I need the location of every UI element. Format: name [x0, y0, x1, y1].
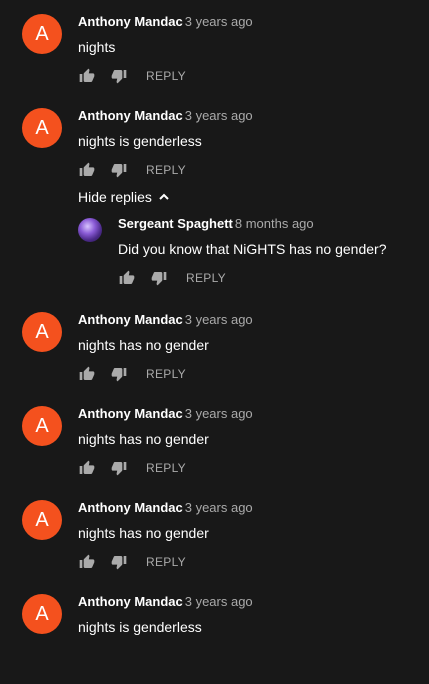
- comment-actions: REPLY: [78, 66, 253, 86]
- thumbs-up-icon[interactable]: [78, 67, 96, 85]
- comment-header: Anthony Mandac 3 years ago: [78, 594, 253, 610]
- comment-actions: REPLY: [78, 552, 253, 572]
- author-name[interactable]: Anthony Mandac: [78, 312, 183, 327]
- comment: A Anthony Mandac 3 years ago nights has n…: [22, 500, 422, 590]
- thumbs-up-icon[interactable]: [118, 269, 136, 287]
- author-name[interactable]: Anthony Mandac: [78, 594, 183, 609]
- comment: A Anthony Mandac 3 years ago nights REPLY: [22, 14, 422, 104]
- comment-body: Anthony Mandac 3 years ago nights REPLY: [78, 14, 253, 86]
- thumbs-down-icon[interactable]: [110, 459, 128, 477]
- avatar[interactable]: [78, 218, 102, 242]
- comment: A Anthony Mandac 3 years ago nights is ge…: [22, 108, 422, 198]
- comment: A Anthony Mandac 3 years ago nights is ge…: [22, 594, 422, 684]
- reply-button[interactable]: REPLY: [146, 163, 186, 177]
- thumbs-down-icon[interactable]: [110, 365, 128, 383]
- author-name[interactable]: Anthony Mandac: [78, 108, 183, 123]
- comment-body: Anthony Mandac 3 years ago nights is gend…: [78, 594, 253, 636]
- thumbs-down-icon[interactable]: [150, 269, 168, 287]
- author-name[interactable]: Anthony Mandac: [78, 500, 183, 515]
- timestamp[interactable]: 3 years ago: [185, 594, 253, 609]
- comment-text: nights has no gender: [78, 431, 209, 447]
- comment-header: Anthony Mandac 3 years ago: [78, 108, 253, 124]
- reply-comment: Sergeant Spaghett 8 months ago Did you kn…: [78, 216, 418, 306]
- comment: A Anthony Mandac 3 years ago nights has n…: [22, 406, 422, 496]
- timestamp[interactable]: 3 years ago: [185, 108, 253, 123]
- thumbs-up-icon[interactable]: [78, 553, 96, 571]
- comment-text: nights is genderless: [78, 619, 202, 635]
- avatar[interactable]: A: [22, 594, 62, 634]
- comment-actions: REPLY: [78, 458, 253, 478]
- comment-body: Anthony Mandac 3 years ago nights has no …: [78, 500, 253, 572]
- comment-body: Sergeant Spaghett 8 months ago Did you kn…: [118, 216, 386, 288]
- timestamp[interactable]: 8 months ago: [235, 216, 314, 231]
- avatar[interactable]: A: [22, 108, 62, 148]
- comment-text: nights: [78, 39, 116, 55]
- thumbs-down-icon[interactable]: [110, 161, 128, 179]
- comment-text: nights is genderless: [78, 133, 202, 149]
- timestamp[interactable]: 3 years ago: [185, 312, 253, 327]
- comment-body: Anthony Mandac 3 years ago nights has no …: [78, 312, 253, 384]
- comment-header: Anthony Mandac 3 years ago: [78, 312, 253, 328]
- hide-replies-label: Hide replies: [78, 189, 152, 205]
- reply-button[interactable]: REPLY: [146, 69, 186, 83]
- comment-text: Did you know that NiGHTS has no gender?: [118, 241, 387, 257]
- thumbs-up-icon[interactable]: [78, 365, 96, 383]
- comment-header: Anthony Mandac 3 years ago: [78, 14, 253, 30]
- reply-button[interactable]: REPLY: [186, 271, 226, 285]
- comment-actions: REPLY: [78, 160, 253, 180]
- avatar[interactable]: A: [22, 312, 62, 352]
- thumbs-down-icon[interactable]: [110, 553, 128, 571]
- author-name[interactable]: Anthony Mandac: [78, 406, 183, 421]
- author-name[interactable]: Anthony Mandac: [78, 14, 183, 29]
- reply-button[interactable]: REPLY: [146, 461, 186, 475]
- comment-header: Anthony Mandac 3 years ago: [78, 500, 253, 516]
- author-name[interactable]: Sergeant Spaghett: [118, 216, 233, 231]
- comment-body: Anthony Mandac 3 years ago nights is gend…: [78, 108, 253, 180]
- comment-actions: REPLY: [78, 364, 253, 384]
- timestamp[interactable]: 3 years ago: [185, 500, 253, 515]
- avatar[interactable]: A: [22, 406, 62, 446]
- timestamp[interactable]: 3 years ago: [185, 14, 253, 29]
- avatar[interactable]: A: [22, 14, 62, 54]
- timestamp[interactable]: 3 years ago: [185, 406, 253, 421]
- reply-button[interactable]: REPLY: [146, 367, 186, 381]
- comment-text: nights has no gender: [78, 337, 209, 353]
- comment-header: Sergeant Spaghett 8 months ago: [118, 216, 386, 232]
- thumbs-up-icon[interactable]: [78, 459, 96, 477]
- comment: A Anthony Mandac 3 years ago nights has n…: [22, 312, 422, 402]
- avatar[interactable]: A: [22, 500, 62, 540]
- comment-text: nights has no gender: [78, 525, 209, 541]
- hide-replies-button[interactable]: Hide replies: [78, 188, 170, 206]
- reply-button[interactable]: REPLY: [146, 555, 186, 569]
- comment-body: Anthony Mandac 3 years ago nights has no …: [78, 406, 253, 478]
- chevron-up-icon: [159, 193, 169, 200]
- thumbs-up-icon[interactable]: [78, 161, 96, 179]
- thumbs-down-icon[interactable]: [110, 67, 128, 85]
- comment-header: Anthony Mandac 3 years ago: [78, 406, 253, 422]
- comment-actions: REPLY: [118, 268, 386, 288]
